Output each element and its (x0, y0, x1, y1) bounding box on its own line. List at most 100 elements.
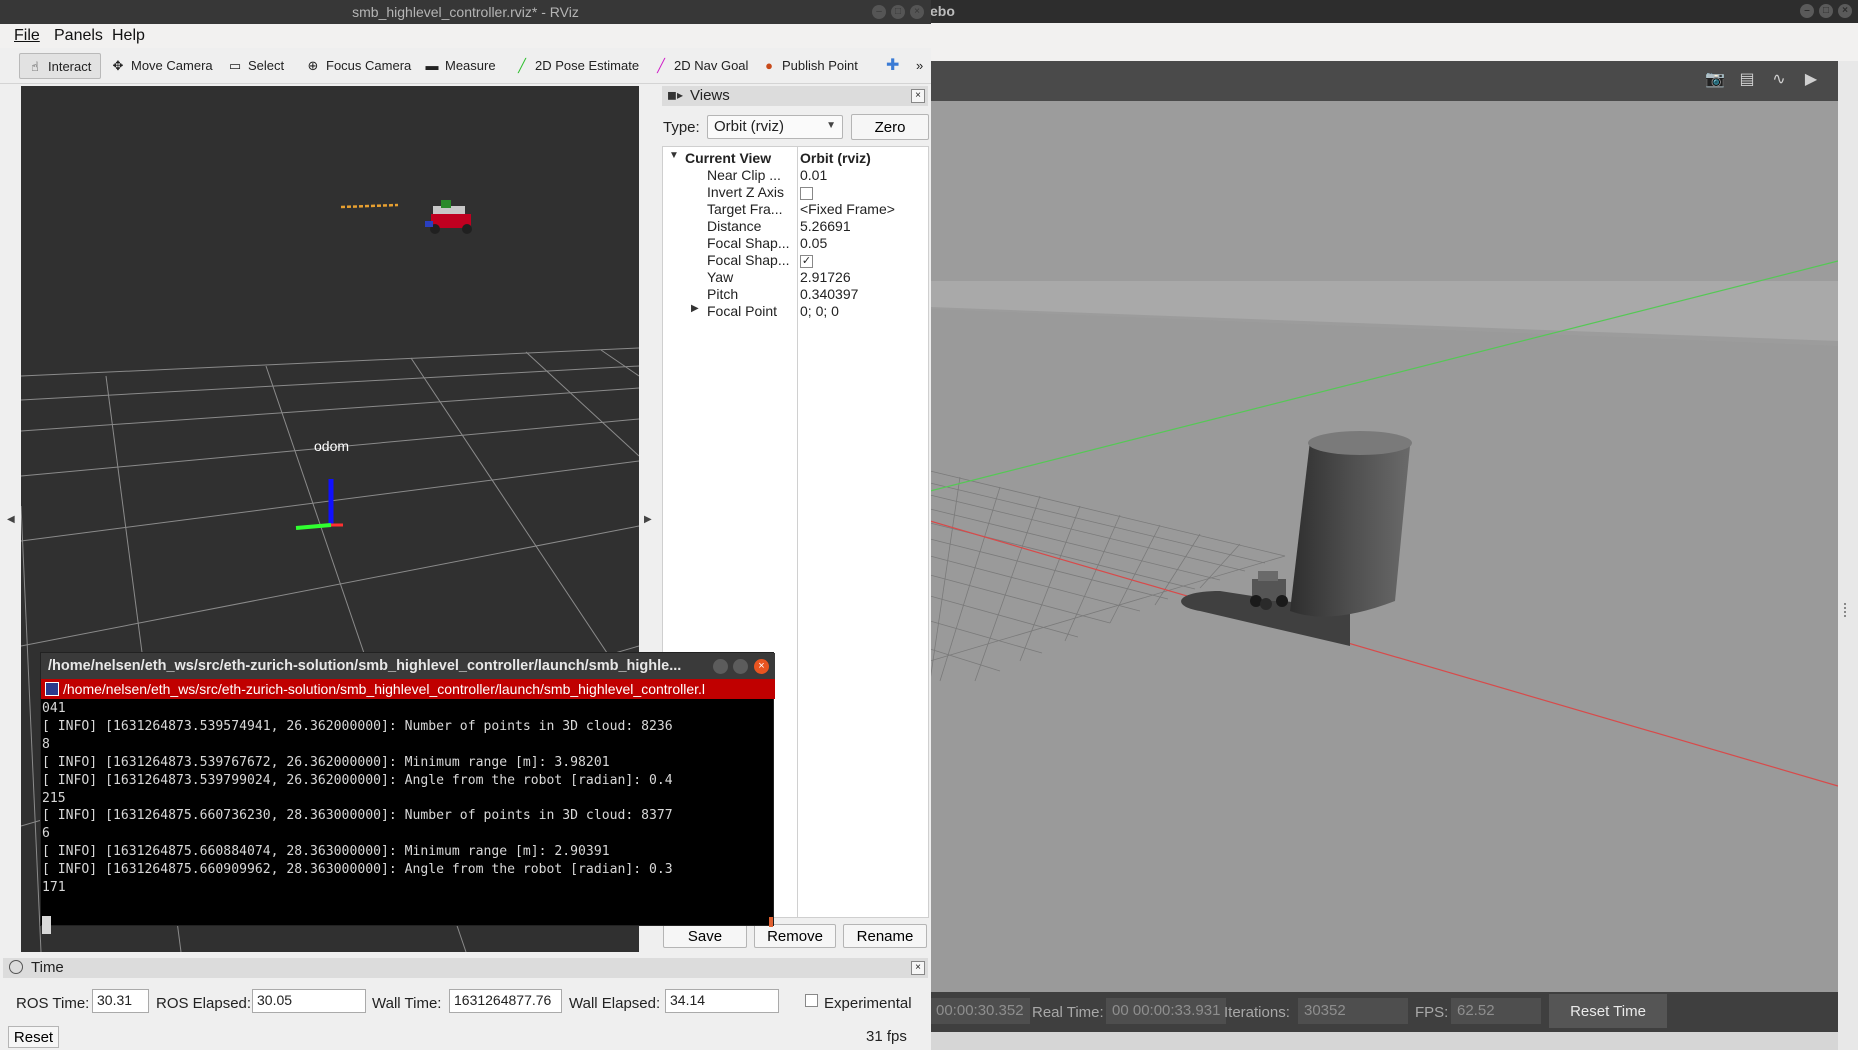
property-row[interactable]: Target Fra... <Fixed Frame> (663, 201, 928, 218)
collapse-left-icon[interactable]: ◀ (7, 514, 15, 525)
close-icon[interactable]: × (910, 5, 924, 19)
reset-time-button[interactable]: Reset Time (1549, 994, 1667, 1028)
wall-time-label: Wall Time: (372, 995, 442, 1012)
wall-elapsed-field[interactable]: 34.14 (665, 989, 779, 1013)
reset-button[interactable]: Reset (8, 1026, 59, 1048)
minimize-icon[interactable]: – (872, 5, 886, 19)
focal-shape-checkbox[interactable]: ✓ (800, 254, 813, 268)
terminal-cursor (42, 916, 51, 934)
property-row[interactable]: ▶ Focal Point 0; 0; 0 (663, 303, 928, 320)
wall-time-field[interactable]: 1631264877.76 (449, 989, 562, 1013)
fps-value: 62.52 (1451, 998, 1541, 1024)
close-panel-icon[interactable]: × (911, 961, 925, 975)
log-line: 171 (42, 880, 66, 896)
invert-z-checkbox[interactable] (800, 186, 813, 200)
minimize-icon[interactable] (713, 659, 728, 674)
log-line: [ INFO] [1631264873.539799024, 26.362000… (42, 772, 673, 788)
property-row[interactable]: Pitch 0.340397 (663, 286, 928, 303)
zero-button[interactable]: Zero (851, 114, 929, 140)
select-icon: ▭ (228, 58, 242, 73)
camera-icon[interactable]: 📷 (1704, 69, 1726, 91)
property-row[interactable]: Yaw 2.91726 (663, 269, 928, 286)
time-panel-title: Time (31, 959, 64, 976)
gazebo-status-bar: 00:00:30.352 Real Time: 00 00:00:33.931 … (930, 992, 1838, 1032)
tool-focus-camera[interactable]: ⊕ Focus Camera (298, 53, 417, 79)
maximize-icon[interactable] (733, 659, 748, 674)
collapse-right-icon[interactable]: ▶ (644, 514, 652, 525)
ros-elapsed-field[interactable]: 30.05 (252, 989, 366, 1013)
terminal-scrollbar[interactable] (769, 917, 773, 927)
maximize-icon[interactable]: □ (1819, 4, 1833, 18)
tool-interact[interactable]: ☝ Interact (19, 53, 101, 79)
terminal-title-bar: /home/nelsen/eth_ws/src/eth-zurich-solut… (41, 653, 775, 679)
terminal-tab[interactable]: /home/nelsen/eth_ws/src/eth-zurich-solut… (41, 679, 775, 699)
magenta-arrow-icon: ╱ (657, 58, 665, 73)
plot-icon[interactable]: ∿ (1768, 69, 1790, 91)
gazebo-menubar (930, 23, 1858, 61)
log-line: [ INFO] [1631264875.660884074, 28.363000… (42, 844, 610, 860)
menu-file[interactable]: File (14, 27, 40, 45)
terminal-window[interactable]: /home/nelsen/eth_ws/src/eth-zurich-solut… (40, 652, 775, 934)
experimental-checkbox[interactable] (805, 994, 818, 1007)
gazebo-title: ebo (930, 3, 955, 19)
property-row[interactable]: Near Clip ... 0.01 (663, 167, 928, 184)
view-type-select[interactable]: Orbit (rviz) ▼ (707, 115, 843, 139)
toolbar-overflow-button[interactable]: » (910, 53, 929, 79)
tool-measure[interactable]: ▬ Measure (417, 53, 502, 79)
tool-select[interactable]: ▭ Select (220, 53, 290, 79)
close-icon[interactable]: × (754, 659, 769, 674)
log-line: [ INFO] [1631264875.660736230, 28.363000… (42, 808, 673, 824)
add-tool-icon[interactable]: ✚ (880, 53, 905, 79)
property-row[interactable]: Focal Shap... 0.05 (663, 235, 928, 252)
tool-move-camera[interactable]: ✥ Move Camera (103, 53, 219, 79)
wall-elapsed-label: Wall Elapsed: (569, 995, 661, 1012)
expand-right-icon[interactable]: ▶ (691, 303, 699, 314)
current-view-row[interactable]: ▼ Current View Orbit (rviz) (663, 150, 928, 167)
close-panel-icon[interactable]: × (911, 89, 925, 103)
terminal-tab-label: /home/nelsen/eth_ws/src/eth-zurich-solut… (63, 681, 706, 697)
tool-2d-nav-goal[interactable]: ╱ 2D Nav Goal (646, 53, 754, 79)
focus-icon: ⊕ (307, 58, 319, 73)
rename-button[interactable]: Rename (843, 924, 927, 948)
green-arrow-icon: ╱ (518, 58, 526, 73)
fps-label: FPS: (1415, 1004, 1449, 1021)
tool-publish-point[interactable]: ● Publish Point (754, 53, 864, 79)
minimize-icon[interactable]: – (1800, 4, 1814, 18)
real-time-label: Real Time: (1032, 1004, 1104, 1021)
gazebo-footer (930, 1032, 1838, 1050)
log-icon[interactable]: ▤ (1736, 69, 1758, 91)
close-icon[interactable]: × (1838, 4, 1852, 18)
sim-time-value: 00:00:30.352 (930, 998, 1030, 1024)
odom-frame-label: odom (314, 438, 350, 454)
video-icon[interactable]: ▶ (1800, 69, 1822, 91)
maximize-icon[interactable]: □ (891, 5, 905, 19)
remove-button[interactable]: Remove (754, 924, 836, 948)
tool-toolbar: ☝ Interact ✥ Move Camera ▭ Select ⊕ Focus Ca… (0, 48, 931, 84)
terminal-tab-icon (45, 682, 59, 696)
log-line: [ INFO] [1631264873.539767672, 26.362000… (42, 754, 610, 770)
tool-2d-pose-estimate[interactable]: ╱ 2D Pose Estimate (507, 53, 645, 79)
save-button[interactable]: Save (663, 924, 747, 948)
views-panel-title: Views (690, 87, 730, 104)
left-collapse-strip: ◀ (0, 86, 20, 956)
gazebo-3d-scene[interactable] (930, 101, 1838, 992)
menu-help[interactable]: Help (112, 27, 145, 45)
splitter-grip-icon[interactable] (1844, 603, 1850, 617)
ros-time-field[interactable]: 30.31 (92, 989, 149, 1013)
log-line: [ INFO] [1631264875.660909962, 28.363000… (42, 862, 673, 878)
time-panel-header: Time × (3, 958, 928, 978)
map-pin-icon: ● (765, 58, 773, 73)
menu-panels[interactable]: Panels (54, 27, 103, 45)
expand-down-icon[interactable]: ▼ (669, 150, 679, 161)
property-row[interactable]: Distance 5.26691 (663, 218, 928, 235)
terminal-output[interactable]: 041 [ INFO] [1631264873.539574941, 26.36… (41, 700, 775, 934)
window-title: smb_highlevel_controller.rviz* - RViz (352, 4, 579, 20)
chevron-down-icon: ▼ (826, 120, 836, 131)
log-line: 6 (42, 826, 50, 842)
clock-icon (9, 960, 23, 974)
property-row[interactable]: Focal Shap... ✓ (663, 252, 928, 269)
property-row[interactable]: Invert Z Axis (663, 184, 928, 201)
rviz-title-bar: smb_highlevel_controller.rviz* - RViz – … (0, 0, 931, 24)
iterations-value: 30352 (1298, 998, 1408, 1024)
camera-icon: ◼▸ (667, 88, 683, 102)
